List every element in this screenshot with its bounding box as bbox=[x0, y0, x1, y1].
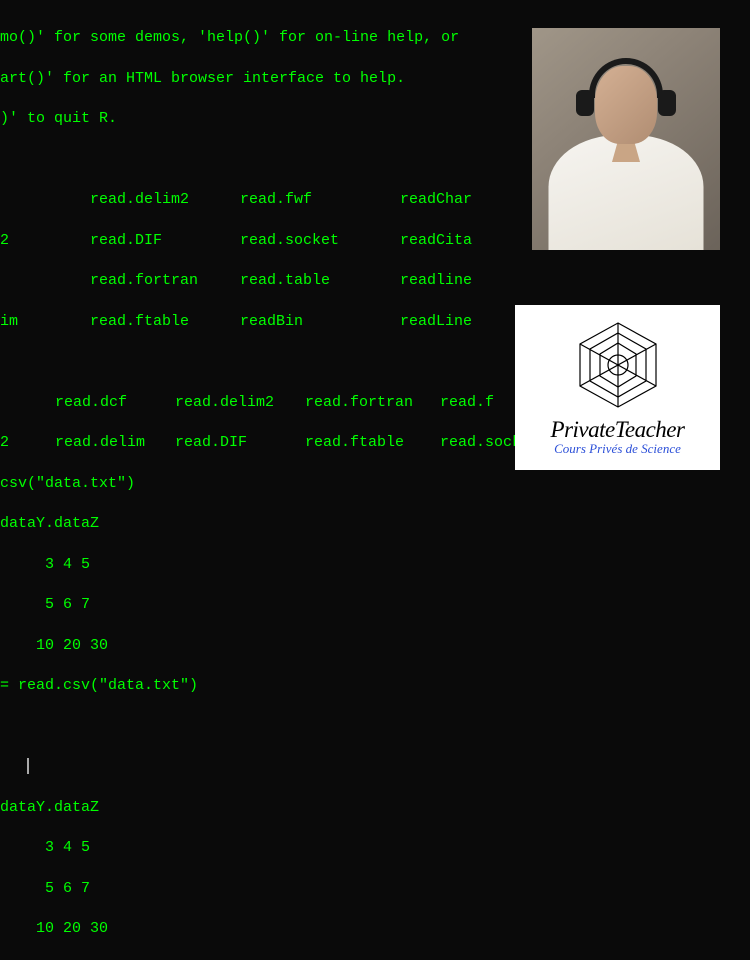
output-row: 5 6 7 bbox=[0, 879, 750, 899]
hexagon-logo-icon bbox=[568, 319, 668, 411]
logo-subtitle: Cours Privés de Science bbox=[554, 441, 681, 457]
output-row: 10 20 30 bbox=[0, 919, 750, 939]
completion-row: read.fortranread.tablereadline bbox=[0, 271, 750, 291]
webcam-overlay bbox=[532, 28, 720, 250]
output-header: dataY.dataZ bbox=[0, 514, 750, 534]
text-cursor bbox=[27, 758, 29, 774]
command-line: = read.csv("data.txt") bbox=[0, 676, 750, 696]
output-header: dataY.dataZ bbox=[0, 798, 750, 818]
prompt-line[interactable] bbox=[0, 757, 750, 777]
output-row: 3 4 5 bbox=[0, 555, 750, 575]
command-line: csv("data.txt") bbox=[0, 474, 750, 494]
logo-card: PrivateTeacher Cours Privés de Science bbox=[515, 305, 720, 470]
output-row: 3 4 5 bbox=[0, 838, 750, 858]
output-row: 5 6 7 bbox=[0, 595, 750, 615]
output-row: 10 20 30 bbox=[0, 636, 750, 656]
presenter-video bbox=[532, 28, 720, 250]
logo-title: PrivateTeacher bbox=[551, 417, 685, 443]
